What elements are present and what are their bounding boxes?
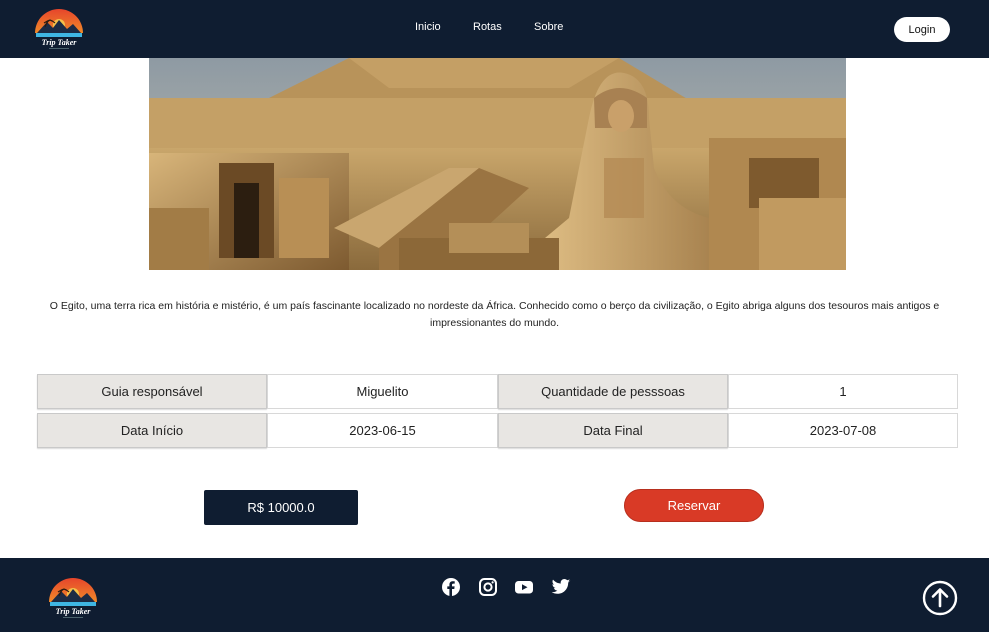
hero-image (149, 58, 846, 270)
start-date-value: 2023-06-15 (267, 413, 498, 448)
price-display: R$ 10000.0 (204, 490, 358, 525)
people-count-label: Quantidade de pesssoas (498, 374, 728, 409)
end-date-label: Data Final (498, 413, 728, 448)
twitter-icon[interactable] (551, 577, 571, 597)
svg-text:Trip Taker: Trip Taker (42, 38, 78, 47)
logo[interactable]: Trip Taker (31, 5, 87, 51)
egypt-sphinx-pyramid-icon (149, 58, 846, 270)
youtube-icon[interactable] (514, 577, 534, 597)
guide-value: Miguelito (267, 374, 498, 409)
start-date-label: Data Início (37, 413, 267, 448)
nav-inicio[interactable]: Inicio (415, 21, 441, 33)
svg-text:Trip Taker: Trip Taker (56, 607, 92, 616)
nav-sobre[interactable]: Sobre (534, 21, 563, 33)
reserve-button[interactable]: Reservar (624, 489, 764, 522)
instagram-icon[interactable] (478, 577, 498, 597)
header-bar: Trip Taker Inicio Rotas Sobre Login (0, 0, 989, 58)
login-button[interactable]: Login (894, 17, 950, 42)
facebook-icon[interactable] (441, 577, 461, 597)
end-date-value: 2023-07-08 (728, 413, 958, 448)
destination-description: O Egito, uma terra rica em história e mi… (49, 300, 940, 329)
footer-logo[interactable]: Trip Taker (45, 574, 101, 620)
footer-bar: Trip Taker (0, 558, 989, 632)
people-count-value: 1 (728, 374, 958, 409)
nav-rotas[interactable]: Rotas (473, 21, 502, 33)
arrow-up-circle-icon[interactable] (922, 580, 958, 616)
guide-label: Guia responsável (37, 374, 267, 409)
